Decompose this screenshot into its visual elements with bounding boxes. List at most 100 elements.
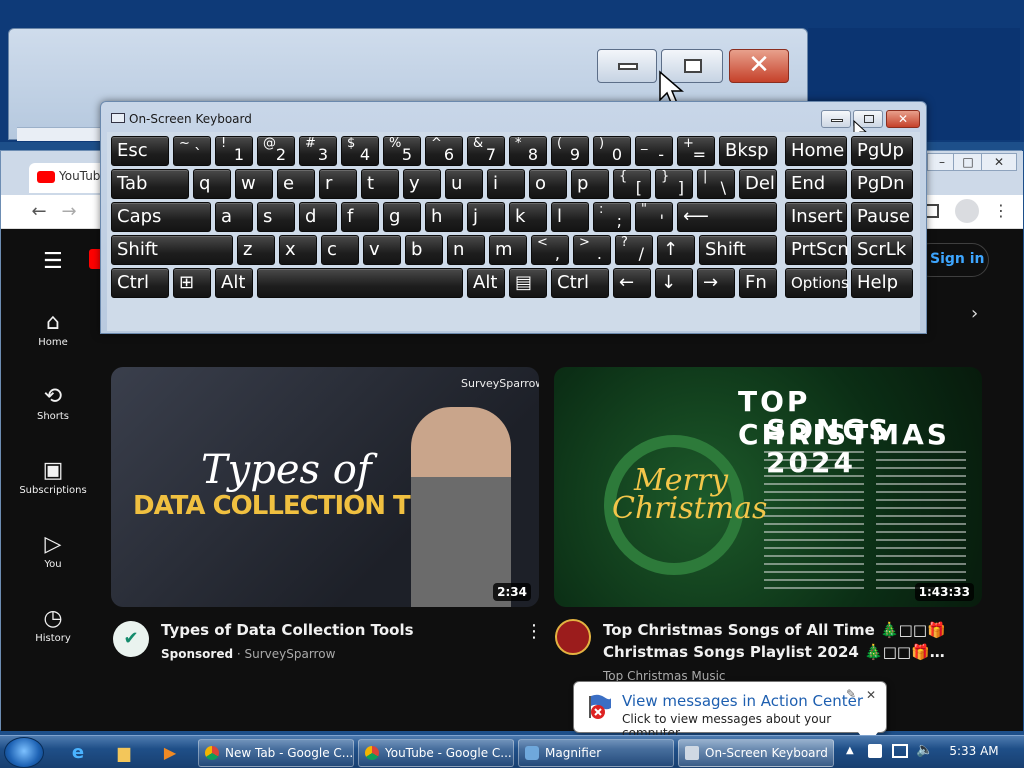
key[interactable]: → [697,268,735,298]
tab-youtube[interactable]: YouTube [29,163,109,193]
key[interactable]: p [571,169,609,199]
key[interactable]: PgUp [851,136,913,166]
key[interactable]: Help [851,268,913,298]
key[interactable]: ← [613,268,651,298]
sidebar-item-subscriptions[interactable]: ▣ Subscriptions [9,457,97,496]
key[interactable]: Alt [215,268,253,298]
key[interactable]: @2 [257,136,295,166]
video-thumbnail[interactable]: SurveySparrow Types of DATA COLLECTION T… [111,367,539,607]
sidebar-item-history[interactable]: ◷ History [9,605,97,644]
sidebar-item-shorts[interactable]: ⟲ Shorts [9,383,97,422]
key[interactable]: Bksp [719,136,777,166]
key[interactable]: k [509,202,547,232]
key[interactable]: ↑ [657,235,695,265]
key[interactable]: j [467,202,505,232]
osk-close-button[interactable]: ✕ [886,110,920,128]
key[interactable]: % 5 [383,136,421,166]
key[interactable]: ? / [615,235,653,265]
key[interactable]: PgDn [851,169,913,199]
close-button[interactable]: ✕ [981,153,1017,171]
key[interactable]: :; [593,202,631,232]
volume-icon[interactable]: 🔈 [916,742,933,758]
key[interactable]: h [425,202,463,232]
key[interactable]: d [299,202,337,232]
key[interactable]: PrtScn [785,235,849,265]
key[interactable]: $4 [341,136,379,166]
key[interactable]: ScrLk [851,235,913,265]
key[interactable]: Alt [467,268,505,298]
key[interactable]: Caps [111,202,211,232]
key[interactable]: ⟵ [677,202,777,232]
video-thumbnail[interactable]: TOP CHRISTMAS SONGS 2024 Merry Christmas… [554,367,982,607]
profile-icon[interactable] [955,199,979,223]
key[interactable]: y [403,169,441,199]
key[interactable]: (9 [551,136,589,166]
taskbar-item-osk[interactable]: On-Screen Keyboard [678,739,834,767]
file-explorer-icon[interactable]: ▆ [104,739,144,766]
key[interactable]: Shift [111,235,233,265]
key[interactable]: ~ ` [173,136,211,166]
maximize-button[interactable]: □ [953,153,983,171]
sidebar-item-you[interactable]: ▷ You [9,531,97,570]
video-title[interactable]: Top Christmas Songs of All Time 🎄□□🎁 [603,619,946,641]
key[interactable]: * 8 [509,136,547,166]
key[interactable]: | \ [697,169,735,199]
key[interactable] [257,268,463,298]
key[interactable]: e [277,169,315,199]
key[interactable]: Fn [739,268,777,298]
back-icon[interactable]: ← [27,201,51,223]
hamburger-menu-icon[interactable]: ☰ [43,249,63,274]
key[interactable]: Pause [851,202,913,232]
menu-kebab-icon[interactable]: ⋮ [993,201,1009,220]
key[interactable]: r [319,169,357,199]
channel-avatar[interactable] [555,619,591,655]
taskbar-item-youtube[interactable]: YouTube - Google C... [358,739,514,767]
key[interactable]: _ - [635,136,673,166]
key[interactable]: Shift [699,235,777,265]
key[interactable]: {[ [613,169,651,199]
key[interactable]: Esc [111,136,169,166]
key[interactable]: Ctrl [551,268,609,298]
key[interactable]: o [529,169,567,199]
key[interactable]: v [363,235,401,265]
channel-avatar[interactable]: ✔ [113,621,149,657]
clock[interactable]: 5:33 AM [944,744,1004,758]
key[interactable]: & 7 [467,136,505,166]
key[interactable]: <, [531,235,569,265]
key[interactable]: Insert [785,202,847,232]
key[interactable]: u [445,169,483,199]
key[interactable]: Options [785,268,849,298]
key[interactable]: w [235,169,273,199]
osk-minimize-button[interactable] [821,110,851,128]
key[interactable]: q [193,169,231,199]
action-center-tray-icon[interactable] [868,744,882,758]
key[interactable]: " ' [635,202,673,232]
key[interactable]: m [489,235,527,265]
key[interactable]: z [237,235,275,265]
pin-icon[interactable]: ✎ [846,687,856,701]
network-icon[interactable] [892,744,908,758]
key[interactable]: i [487,169,525,199]
start-button[interactable] [4,737,44,768]
key[interactable]: n [447,235,485,265]
sidebar-item-home[interactable]: ⌂ Home [9,309,97,348]
key[interactable]: ) 0 [593,136,631,166]
key[interactable]: x [279,235,317,265]
video-title[interactable]: Types of Data Collection Tools [161,619,414,641]
key[interactable]: ⊞ [173,268,211,298]
video-title-line2[interactable]: Christmas Songs Playlist 2024 🎄□□🎁… [603,641,945,663]
forward-icon[interactable]: → [57,201,81,223]
media-player-icon[interactable]: ▶ [150,739,190,766]
key[interactable]: Tab [111,169,189,199]
sidepanel-icon[interactable] [925,204,939,218]
key[interactable]: #3 [299,136,337,166]
key[interactable]: f [341,202,379,232]
key[interactable]: End [785,169,847,199]
key[interactable]: s [257,202,295,232]
taskbar-item-magnifier[interactable]: Magnifier [518,739,674,767]
key[interactable]: }] [655,169,693,199]
key[interactable]: g [383,202,421,232]
taskbar-item-new-tab[interactable]: New Tab - Google C... [198,739,354,767]
key[interactable]: c [321,235,359,265]
key[interactable]: ! 1 [215,136,253,166]
